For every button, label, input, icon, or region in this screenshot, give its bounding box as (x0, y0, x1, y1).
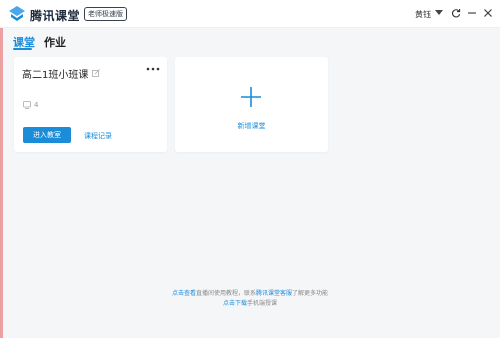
close-button[interactable] (481, 6, 495, 20)
footer-text: 了解更多功能 (292, 290, 329, 297)
footer-text: 手机端授课 (247, 300, 278, 307)
user-name[interactable]: 黄钰 (415, 9, 431, 20)
tab-homework[interactable]: 作业 (44, 34, 66, 50)
course-records-link[interactable]: 课程记录 (84, 131, 112, 141)
footer-download-line: 点击下载手机端授课 (0, 298, 500, 307)
enter-classroom-button[interactable]: 进入教室 (23, 127, 71, 143)
edition-badge: 老师极速版 (84, 7, 127, 21)
plus-icon (241, 87, 261, 107)
footer-text: 直播间使用教程，联系 (195, 290, 256, 297)
minimize-icon (468, 12, 476, 14)
add-class-card[interactable]: 新增课堂 (175, 57, 328, 152)
chevron-down-icon[interactable] (435, 10, 443, 15)
view-tutorial-link[interactable]: 点击查看 (172, 290, 196, 297)
logo-icon (9, 6, 25, 21)
footer-help-line: 点击查看直播间使用教程，联系腾讯课堂客服了解更多功能 (0, 288, 500, 297)
add-class-label: 新增课堂 (237, 122, 266, 130)
edit-icon[interactable] (92, 69, 100, 77)
class-title: 高二1班小班课 (22, 70, 89, 81)
refresh-icon (451, 9, 461, 18)
members-icon (23, 101, 31, 109)
active-tab-indicator (13, 48, 32, 50)
minimize-button[interactable] (465, 6, 479, 20)
support-link[interactable]: 腾讯课堂客服 (256, 290, 292, 297)
class-card[interactable]: 高二1班小班课 4 进入教室 课程记录 (14, 57, 167, 152)
member-count: 4 (34, 101, 39, 109)
download-link[interactable]: 点击下载 (223, 300, 247, 307)
close-icon (484, 9, 492, 17)
refresh-button[interactable] (449, 6, 463, 20)
title-bar: 腾讯课堂 老师极速版 黄钰 (0, 0, 500, 28)
app-title: 腾讯课堂 (30, 9, 81, 23)
more-options-icon[interactable] (146, 65, 160, 73)
